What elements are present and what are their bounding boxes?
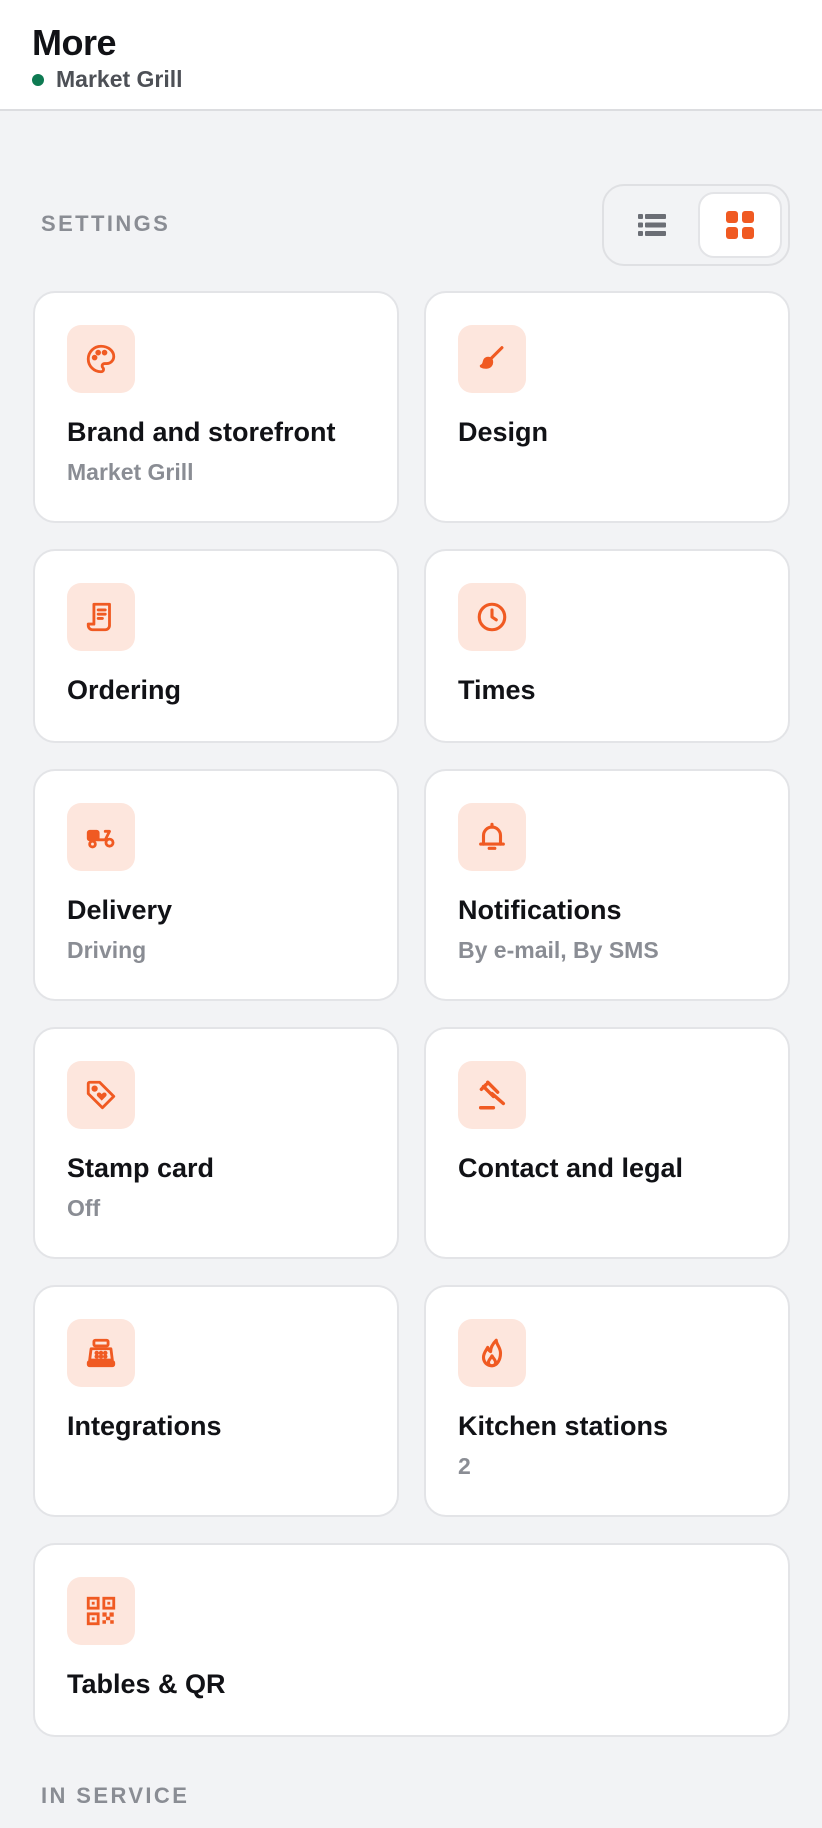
settings-card-design[interactable]: Design	[424, 291, 790, 523]
top-header: More Market Grill	[0, 0, 822, 111]
card-label: Kitchen stations	[458, 1411, 669, 1441]
card-label: Times	[458, 675, 536, 705]
settings-card-tables-qr[interactable]: Tables & QR	[33, 1543, 790, 1737]
settings-card-brand[interactable]: Brand and storefront Market Grill	[33, 291, 399, 523]
scooter-icon	[86, 829, 115, 849]
card-label: Contact and legal	[458, 1153, 684, 1183]
tag-heart-icon	[86, 1080, 116, 1110]
store-name: Market Grill	[56, 66, 183, 92]
settings-card-contact-legal[interactable]: Contact and legal	[424, 1027, 790, 1259]
in-service-section-label: IN SERVICE	[41, 1783, 190, 1808]
card-subtitle: Driving	[67, 937, 147, 963]
settings-card-kitchen-stations[interactable]: Kitchen stations 2	[424, 1285, 790, 1517]
card-label: Design	[458, 417, 549, 447]
card-label: Integrations	[67, 1411, 222, 1441]
grid-view-button[interactable]	[698, 192, 782, 258]
card-label: Ordering	[67, 675, 182, 705]
gavel-icon	[478, 1080, 506, 1110]
card-subtitle: Off	[67, 1195, 101, 1221]
brush-icon	[479, 346, 504, 369]
card-label: Brand and storefront	[67, 417, 336, 447]
cash-register-icon	[86, 1338, 116, 1368]
store-indicator: Market Grill	[32, 66, 183, 93]
view-toggle	[602, 184, 790, 266]
palette-icon	[86, 344, 116, 374]
flame-icon	[481, 1338, 503, 1368]
settings-card-integrations[interactable]: Integrations	[33, 1285, 399, 1517]
list-view-button[interactable]	[610, 192, 694, 258]
grid-icon	[726, 211, 754, 239]
settings-card-delivery[interactable]: Delivery Driving	[33, 769, 399, 1001]
clock-icon	[477, 602, 507, 632]
card-label: Stamp card	[67, 1153, 215, 1183]
settings-card-stamp[interactable]: Stamp card Off	[33, 1027, 399, 1259]
card-subtitle: Market Grill	[67, 459, 194, 485]
list-icon	[638, 214, 666, 236]
receipt-icon	[86, 602, 111, 632]
settings-card-ordering[interactable]: Ordering	[33, 549, 399, 743]
settings-section-label: SETTINGS	[41, 211, 171, 236]
settings-card-times[interactable]: Times	[424, 549, 790, 743]
qr-code-icon	[86, 1596, 116, 1626]
page-title: More	[32, 22, 117, 63]
status-dot	[32, 73, 44, 86]
card-label: Delivery	[67, 895, 173, 925]
card-subtitle: By e-mail, By SMS	[458, 937, 659, 963]
card-subtitle: 2	[458, 1453, 471, 1479]
card-label: Notifications	[458, 895, 622, 925]
settings-card-notifications[interactable]: Notifications By e-mail, By SMS	[424, 769, 790, 1001]
card-label: Tables & QR	[67, 1669, 226, 1699]
bell-icon	[479, 822, 505, 850]
